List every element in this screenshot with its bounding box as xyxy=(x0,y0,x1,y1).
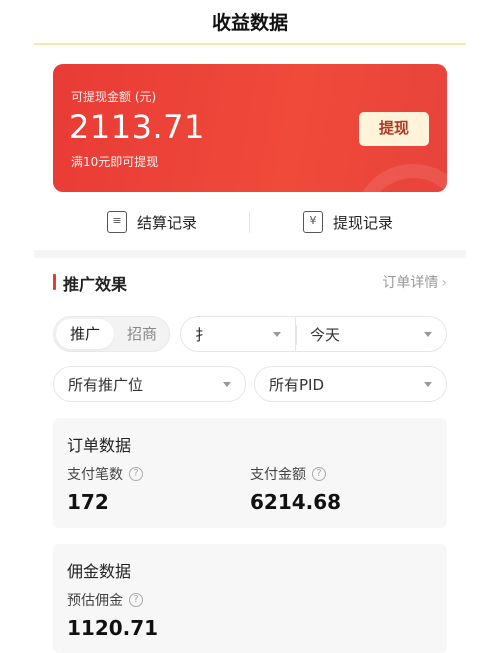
settlement-record-link[interactable]: ≡ 结算记录 xyxy=(107,210,197,234)
promotion-toggle: 推广 招商 xyxy=(53,316,170,352)
chevron-right-icon: › xyxy=(441,275,447,291)
commission-data-panel: 佣金数据 预估佣金? 1120.71 xyxy=(53,544,447,653)
page-title: 收益数据 xyxy=(211,12,288,34)
help-icon[interactable]: ? xyxy=(129,467,143,481)
caret-down-icon xyxy=(223,381,231,387)
order-data-panel: 订单数据 支付笔数? 172 支付金额? 6214.68 xyxy=(53,418,447,528)
pay-amount-metric: 支付金额? 6214.68 xyxy=(250,464,341,514)
earnings-page: 收益数据 ¥ 可提现金额 (元) 2113.71 满10元即可提现 提现 ≡ 结… xyxy=(0,0,500,653)
order-detail-label: 订单详情 xyxy=(382,275,439,291)
promotion-title: 推广效果 xyxy=(63,275,128,294)
caret-down-icon xyxy=(424,381,432,387)
source-select[interactable]: 扌 xyxy=(180,316,295,352)
pay-amount-label: 支付金额 xyxy=(250,467,306,483)
estimated-commission-label: 预估佣金 xyxy=(67,593,123,609)
clipboard-yuan-icon: ¥ xyxy=(303,211,323,233)
promotion-section-header: 推广效果 订单详情 › xyxy=(53,266,447,296)
toggle-promote[interactable]: 推广 xyxy=(56,319,114,349)
withdrawal-record-link[interactable]: ¥ 提现记录 xyxy=(303,210,393,234)
pid-select[interactable]: 所有PID xyxy=(254,366,447,402)
header: 收益数据 xyxy=(0,0,500,45)
withdraw-hint: 满10元即可提现 xyxy=(71,155,159,169)
balance-card: ¥ 可提现金额 (元) 2113.71 满10元即可提现 提现 xyxy=(53,64,447,192)
order-data-title: 订单数据 xyxy=(67,436,132,455)
pay-amount-value: 6214.68 xyxy=(250,490,342,514)
help-icon[interactable]: ? xyxy=(129,593,143,607)
balance-label: 可提现金额 (元) xyxy=(71,90,157,104)
section-accent-bar xyxy=(53,274,56,290)
commission-data-title: 佣金数据 xyxy=(67,562,132,581)
help-icon[interactable]: ? xyxy=(312,467,326,481)
section-separator xyxy=(34,250,466,258)
order-detail-link[interactable]: 订单详情 › xyxy=(382,272,447,292)
pay-count-label: 支付笔数 xyxy=(67,467,123,483)
date-select-value: 今天 xyxy=(310,325,341,344)
settlement-record-label: 结算记录 xyxy=(137,213,198,232)
estimated-commission-value: 1120.71 xyxy=(67,616,159,640)
pid-select-value: 所有PID xyxy=(269,375,325,394)
caret-down-icon xyxy=(273,331,281,337)
header-divider xyxy=(34,43,466,45)
pay-count-value: 172 xyxy=(67,490,109,514)
withdraw-button[interactable]: 提现 xyxy=(359,112,429,146)
records-divider xyxy=(249,211,250,233)
toggle-merchant[interactable]: 招商 xyxy=(116,317,168,351)
caret-down-icon xyxy=(424,331,432,337)
document-icon: ≡ xyxy=(107,211,127,233)
balance-amount: 2113.71 xyxy=(69,108,205,146)
records-bar: ≡ 结算记录 ¥ 提现记录 xyxy=(53,200,447,244)
yuan-watermark-icon: ¥ xyxy=(353,164,447,192)
source-select-value: 扌 xyxy=(195,325,211,344)
date-select[interactable]: 今天 xyxy=(295,316,447,352)
estimated-commission-metric: 预估佣金? 1120.71 xyxy=(67,590,158,640)
withdrawal-record-label: 提现记录 xyxy=(333,213,394,232)
pay-count-metric: 支付笔数? 172 xyxy=(67,464,143,514)
position-select[interactable]: 所有推广位 xyxy=(53,366,246,402)
position-select-value: 所有推广位 xyxy=(68,375,144,394)
